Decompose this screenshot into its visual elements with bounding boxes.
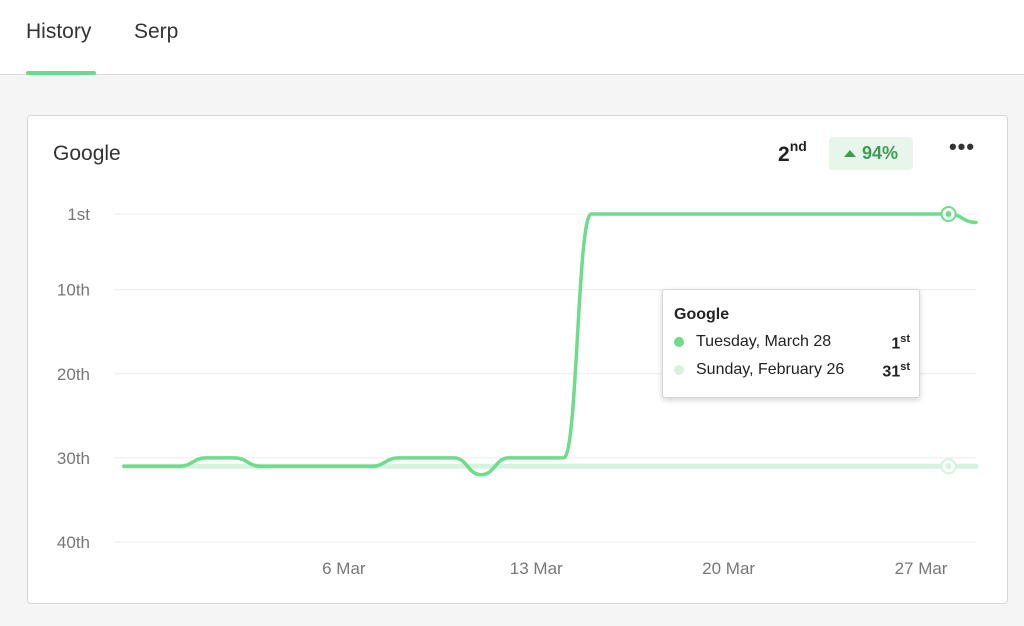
tooltip-row-value: 31st — [882, 361, 910, 381]
chart-tooltip: Google Tuesday, March 28 1st Sunday, Feb… — [662, 289, 920, 398]
series-current-dot — [674, 337, 684, 347]
tooltip-row-previous: Sunday, February 26 31st — [674, 361, 910, 381]
current-rank: 2nd — [778, 138, 807, 167]
tab-serp[interactable]: Serp — [134, 20, 178, 44]
change-value: 94% — [861, 143, 899, 163]
tooltip-row-label: Tuesday, March 28 — [696, 333, 832, 350]
rank-number: 2 — [778, 143, 790, 166]
tooltip-value-suffix: st — [900, 361, 910, 373]
tooltip-title: Google — [674, 306, 730, 323]
tooltip-row-label: Sunday, February 26 — [696, 361, 845, 378]
card-title: Google — [53, 142, 121, 165]
more-options-button[interactable]: ••• — [948, 136, 976, 164]
tooltip-value-number: 1 — [891, 335, 901, 353]
up-arrow-icon — [843, 150, 856, 157]
tab-bar: History Serp — [0, 0, 1024, 75]
more-horizontal-icon: ••• — [948, 134, 976, 159]
tab-history[interactable]: History — [26, 20, 91, 44]
change-badge: 94% — [829, 137, 913, 170]
tooltip-row-current: Tuesday, March 28 1st — [674, 333, 910, 353]
tooltip-value-suffix: st — [900, 333, 910, 345]
rank-suffix: nd — [789, 138, 807, 154]
series-previous-dot — [674, 365, 684, 375]
tooltip-value-number: 31 — [882, 363, 901, 381]
tooltip-row-value: 1st — [891, 333, 910, 353]
active-tab-indicator — [26, 71, 96, 75]
